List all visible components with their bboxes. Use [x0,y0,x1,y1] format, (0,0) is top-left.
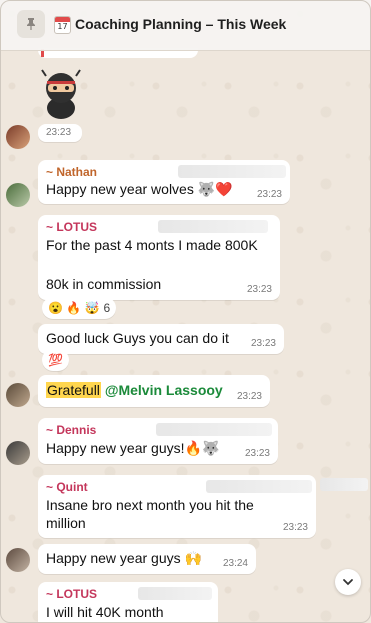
message-bubble-lotus[interactable]: ~ LOTUS I will hit 40K month [38,582,218,623]
blurred-phone [206,480,312,493]
reaction-chip[interactable]: 💯 [42,349,69,371]
message-bubble-nathan[interactable]: ~ Nathan Happy new year wolves 🐺❤️ 23:23 [38,160,290,204]
sender-name[interactable]: ~ Dennis [46,423,96,437]
message-text: Happy new year guys!🔥🐺 [46,440,220,456]
message-time: 23:23 [46,127,72,138]
chevron-down-icon [343,579,353,586]
message-time: 23:23 [256,189,282,200]
message-bubble-quint[interactable]: ~ Quint Insane bro next month you hit th… [38,475,316,538]
sender-name[interactable]: ~ Quint [46,480,88,494]
blurred-phone [178,165,286,178]
blurred-phone [138,587,212,600]
sender-name[interactable]: ~ LOTUS [46,587,97,601]
scroll-to-bottom-button[interactable] [335,569,361,595]
blurred-phone [156,423,272,436]
chat-header: 17 Coaching Planning – This Week [0,0,371,51]
message-bubble[interactable]: Happy new year guys 🙌 23:24 [38,544,256,574]
message-time: 23:23 [236,391,262,402]
reaction-emojis: 😮 🔥 🤯 [48,301,100,315]
sender-name[interactable]: ~ Nathan [46,165,97,179]
avatar[interactable] [6,125,30,149]
message-text: Insane bro next month you hit the [46,497,254,513]
message-text: Gratefull @Melvin Lassooy [46,381,223,400]
message-time: 23:23 [244,448,270,459]
calendar-icon: 17 [54,16,71,34]
avatar[interactable] [6,441,30,465]
pin-button[interactable] [17,10,45,38]
message-time: 23:24 [222,558,248,569]
message-bubble[interactable]: Good luck Guys you can do it 23:23 [38,324,284,354]
blurred-phone [158,220,268,233]
message-text: I will hit 40K month [46,604,164,620]
message-text: million [46,515,86,531]
message-text: Happy new year guys 🙌 [46,550,202,566]
reaction-chip[interactable]: 😮 🔥 🤯 6 [42,297,117,319]
reaction-count: 6 [103,301,111,315]
highlighted-text: Gratefull [46,382,101,398]
message-text: For the past 4 monts I made 800K [46,237,258,253]
message-time: 23:23 [282,522,308,533]
chat-title[interactable]: Coaching Planning – This Week [75,16,286,32]
pin-icon [27,18,35,30]
message-time: 23:23 [250,338,276,349]
message-text: 80k in commission [46,276,162,292]
avatar[interactable] [6,548,30,572]
avatar[interactable] [6,183,30,207]
message-bubble-dennis[interactable]: ~ Dennis Happy new year guys!🔥🐺 23:23 [38,418,278,464]
message-bubble-lotus[interactable]: ~ LOTUS For the past 4 monts I made 800K… [38,215,280,300]
message-bubble[interactable]: Gratefull @Melvin Lassooy 23:23 [38,375,270,407]
message-text: Happy new year wolves 🐺❤️ [46,181,233,197]
sender-name[interactable]: ~ LOTUS [46,220,97,234]
blurred-phone [320,478,368,491]
message-text: Good luck Guys you can do it [46,330,229,346]
sticker-time-bubble: 23:23 [38,124,82,142]
message-time: 23:23 [246,284,272,295]
ninja-sticker[interactable] [38,68,84,120]
avatar[interactable] [6,383,30,407]
reaction-emoji: 💯 [48,353,63,367]
mention-link[interactable]: @Melvin Lassooy [105,382,223,398]
